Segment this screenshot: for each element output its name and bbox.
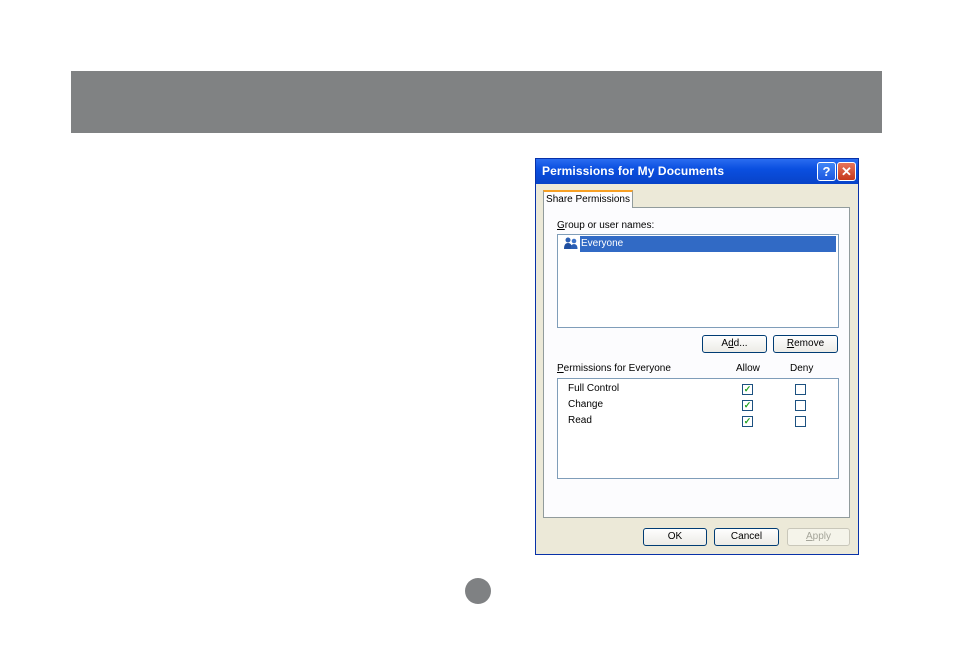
allow-column-header: Allow	[736, 363, 760, 374]
permission-name: Full Control	[568, 383, 620, 394]
close-icon: ✕	[841, 164, 852, 179]
deny-column-header: Deny	[790, 363, 814, 374]
user-list[interactable]: Everyone	[557, 234, 839, 328]
allow-checkbox[interactable]: ✓	[742, 400, 753, 411]
permissions-label: Permissions for Everyone	[557, 363, 671, 374]
allow-checkbox[interactable]: ✓	[742, 416, 753, 427]
list-item[interactable]: Everyone	[560, 236, 836, 252]
help-button[interactable]: ?	[817, 162, 836, 181]
group-users-label: Group or user names:	[557, 220, 655, 231]
tab-panel: Group or user names: Everyone Add... Rem…	[543, 207, 850, 518]
add-button[interactable]: Add...	[702, 335, 767, 353]
user-group-icon	[564, 237, 578, 250]
tab-share-permissions[interactable]: Share Permissions	[543, 190, 633, 208]
deny-checkbox[interactable]	[795, 384, 806, 395]
close-button[interactable]: ✕	[837, 162, 856, 181]
permission-row: Full Control ✓	[558, 382, 838, 398]
ok-button[interactable]: OK	[643, 528, 707, 546]
permissions-dialog: Permissions for My Documents ? ✕ Share P…	[535, 158, 859, 555]
dialog-title: Permissions for My Documents	[542, 164, 725, 178]
deny-checkbox[interactable]	[795, 400, 806, 411]
list-item-label: Everyone	[580, 236, 836, 252]
header-bar	[71, 71, 882, 133]
permission-name: Change	[568, 399, 604, 410]
help-icon: ?	[822, 164, 831, 179]
allow-checkbox[interactable]: ✓	[742, 384, 753, 395]
permission-row: Change ✓	[558, 398, 838, 414]
permissions-list: Full Control ✓ Change ✓ Read ✓	[557, 378, 839, 479]
permission-name: Read	[568, 415, 592, 426]
titlebar[interactable]: Permissions for My Documents ? ✕	[536, 159, 858, 184]
page-marker-dot	[465, 578, 491, 604]
deny-checkbox[interactable]	[795, 416, 806, 427]
apply-button[interactable]: Apply	[787, 528, 850, 546]
cancel-button[interactable]: Cancel	[714, 528, 779, 546]
remove-button[interactable]: Remove	[773, 335, 838, 353]
permission-row: Read ✓	[558, 414, 838, 430]
